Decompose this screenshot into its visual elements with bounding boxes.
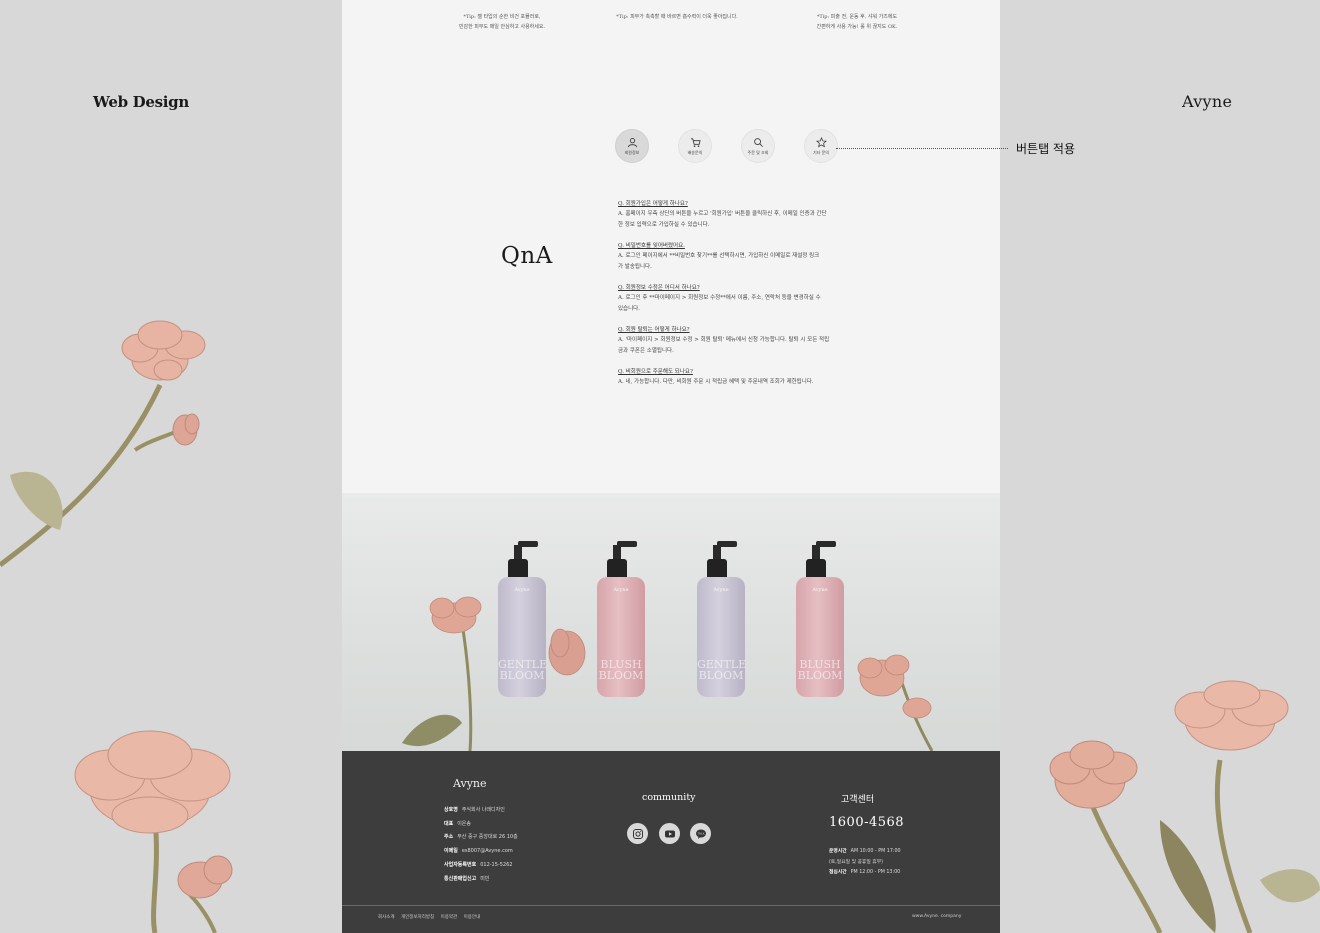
tab-delivery[interactable]: 배송문의 (678, 129, 712, 163)
cart-icon (690, 137, 701, 147)
avyne-side-label: Avyne (1182, 92, 1233, 111)
community-title: community (642, 792, 696, 803)
tip-1: *Tip: 젤 타입의 순한 비건 포뮬러로, 민감한 피부도 매일 안심하고 … (458, 14, 546, 30)
qa-list: Q. 회원가입은 어떻게 하나요? A. 홈페이지 우측 상단의 버튼을 누르고… (618, 199, 838, 399)
tip-3: *Tip: 피출 전, 운동 후, 샤워 가즈에도 간편하게 사용 가능! 롤 … (816, 14, 898, 30)
svg-text:TALK: TALK (696, 831, 705, 835)
answer-text: A. '마이페이지 > 회원정보 수정 > 회원 탈퇴' 메뉴에서 신청 가능합… (618, 337, 830, 343)
user-icon (627, 137, 637, 147)
footer-link-guide[interactable]: 이용안내 (464, 915, 481, 920)
product-bottle: Avyne GENTLE BLOOM (697, 541, 746, 697)
answer-text: A. 네, 가능합니다. 다만, 비회원 주문 시 적립금 혜택 및 주문내역 … (618, 379, 814, 385)
info-row: 주소 부산 중구 중앙대로 26 10층 (444, 834, 518, 841)
answer-text: 금과 쿠폰은 소멸됩니다. (618, 347, 674, 354)
tab-order-lookup[interactable]: 주문 및 조회 (741, 129, 775, 163)
product-bottle: Avyne GENTLE BLOOM (498, 541, 547, 697)
footer-link-privacy[interactable]: 개인정보처리방침 (401, 915, 434, 920)
answer-text: 있습니다. (618, 305, 640, 312)
info-row: 상호명 주식회사 나래디자인 (444, 807, 505, 813)
footer-brand-logo[interactable]: Avyne (453, 777, 487, 790)
search-icon (753, 137, 763, 147)
hero-flowers-decoration (402, 596, 934, 751)
qna-section: *Tip: 젤 타입의 순한 비건 포뮬러로, 민감한 피부도 매일 안심하고 … (342, 0, 1000, 493)
star-icon (815, 136, 827, 147)
flower-left-bottom-decoration (74, 730, 233, 933)
instagram-icon[interactable] (627, 823, 648, 844)
website-panel: *Tip: 젤 타입의 순한 비건 포뮬러로, 민감한 피부도 매일 안심하고 … (342, 0, 1000, 933)
product-hero-image: Avyne GENTLE BLOOM Avyne BLUSH BLOOM Avyne… (342, 493, 1000, 751)
hours-row: (토,일요일 및 공휴일 휴무) (829, 859, 883, 865)
customer-center-title: 고객센터 (841, 795, 875, 805)
tab-member-info[interactable]: 회원정보 (615, 129, 649, 163)
qa-item: Q. 비밀번호를 잊어버렸어요. A. 로그인 페이지에서 **비밀번호 찾기*… (618, 241, 838, 272)
footer-divider (342, 905, 1000, 906)
answer-text: A. 로그인 페이지에서 **비밀번호 찾기**를 선택하시면, 가입하신 이메… (618, 253, 820, 259)
callout-leader-line (836, 148, 1008, 149)
question-link[interactable]: Q. 비회원으로 주문해도 되나요? (618, 367, 838, 377)
flower-left-top-decoration (0, 320, 206, 567)
operating-hours: 운영시간 AM 10:00 - PM 17:00 (토,일요일 및 공휴일 휴무)… (829, 847, 901, 879)
youtube-icon[interactable] (659, 823, 680, 844)
qa-item: Q. 비회원으로 주문해도 되나요? A. 네, 가능합니다. 다만, 비회원 … (618, 367, 838, 388)
tips-row: *Tip: 젤 타입의 순한 비건 포뮬러로, 민감한 피부도 매일 안심하고 … (342, 12, 1000, 36)
question-link[interactable]: Q. 비밀번호를 잊어버렸어요. (618, 241, 838, 251)
question-link[interactable]: Q. 회원 탈퇴는 어떻게 하나요? (618, 325, 838, 335)
footer-links: 회사소개 개인정보처리방침 이용약관 이용안내 (378, 914, 485, 920)
site-footer: Avyne 상호명 주식회사 나래디자인 대표 이은송 주소 부산 중구 중앙대로 2… (342, 751, 1000, 933)
callout-button-tab-note: 버튼탭 적용 (1016, 142, 1076, 156)
qa-item: Q. 회원정보 수정은 어디서 하나요? A. 로그인 후 **마이페이지 > … (618, 283, 838, 314)
info-row: 대표 이은송 (444, 820, 472, 827)
answer-text: 한 정보 입력으로 가입하실 수 있습니다. (618, 221, 710, 228)
flower-right-decoration (1049, 680, 1320, 933)
web-design-label: Web Design (93, 93, 189, 111)
product-bottle: Avyne BLUSH BLOOM (796, 541, 844, 697)
hours-row: 운영시간 AM 10:00 - PM 17:00 (829, 849, 901, 854)
answer-text: A. 로그인 후 **마이페이지 > 회원정보 수정**에서 이름, 주소, 연… (618, 295, 821, 301)
qa-item: Q. 회원가입은 어떻게 하나요? A. 홈페이지 우측 상단의 버튼을 누르고… (618, 199, 838, 230)
info-row: 사업자등록번호 012-15-5262 (444, 861, 513, 868)
answer-text: A. 홈페이지 우측 상단의 버튼을 누르고 '회원가입' 버튼을 클릭하신 후… (618, 211, 827, 217)
info-row: 이메일 es8007@Avyne.com (444, 848, 513, 855)
answer-text: 가 발송됩니다. (618, 263, 652, 270)
product-bottle: Avyne BLUSH BLOOM (597, 541, 645, 697)
question-link[interactable]: Q. 회원정보 수정은 어디서 하나요? (618, 283, 838, 293)
community-icons: TALK (627, 823, 717, 845)
tip-2: *Tip: 피부가 촉촉할 때 바르면 흡수력이 더욱 좋아집니다. (616, 14, 738, 20)
footer-site-url[interactable]: www.Avyne. company (912, 914, 961, 919)
info-row: 통신판매업신고 미빈 (444, 875, 490, 882)
footer-link-terms[interactable]: 이용약관 (441, 915, 458, 920)
question-link[interactable]: Q. 회원가입은 어떻게 하나요? (618, 199, 838, 209)
hours-row: 점심시간 PM 12:00 - PM 13:00 (829, 870, 901, 875)
qa-item: Q. 회원 탈퇴는 어떻게 하나요? A. '마이페이지 > 회원정보 수정 >… (618, 325, 838, 356)
company-info: 상호명 주식회사 나래디자인 대표 이은송 주소 부산 중구 중앙대로 26 10층 … (444, 804, 518, 886)
tab-other-inquiry[interactable]: 기타 문의 (804, 129, 838, 163)
qna-title: QnA (501, 243, 553, 269)
kakaotalk-icon[interactable]: TALK (690, 823, 711, 844)
customer-center-phone[interactable]: 1600-4568 (829, 815, 904, 830)
footer-link-about[interactable]: 회사소개 (378, 915, 395, 920)
qna-tab-bar: 회원정보 배송문의 주문 및 조회 기타 문의 (615, 129, 845, 163)
